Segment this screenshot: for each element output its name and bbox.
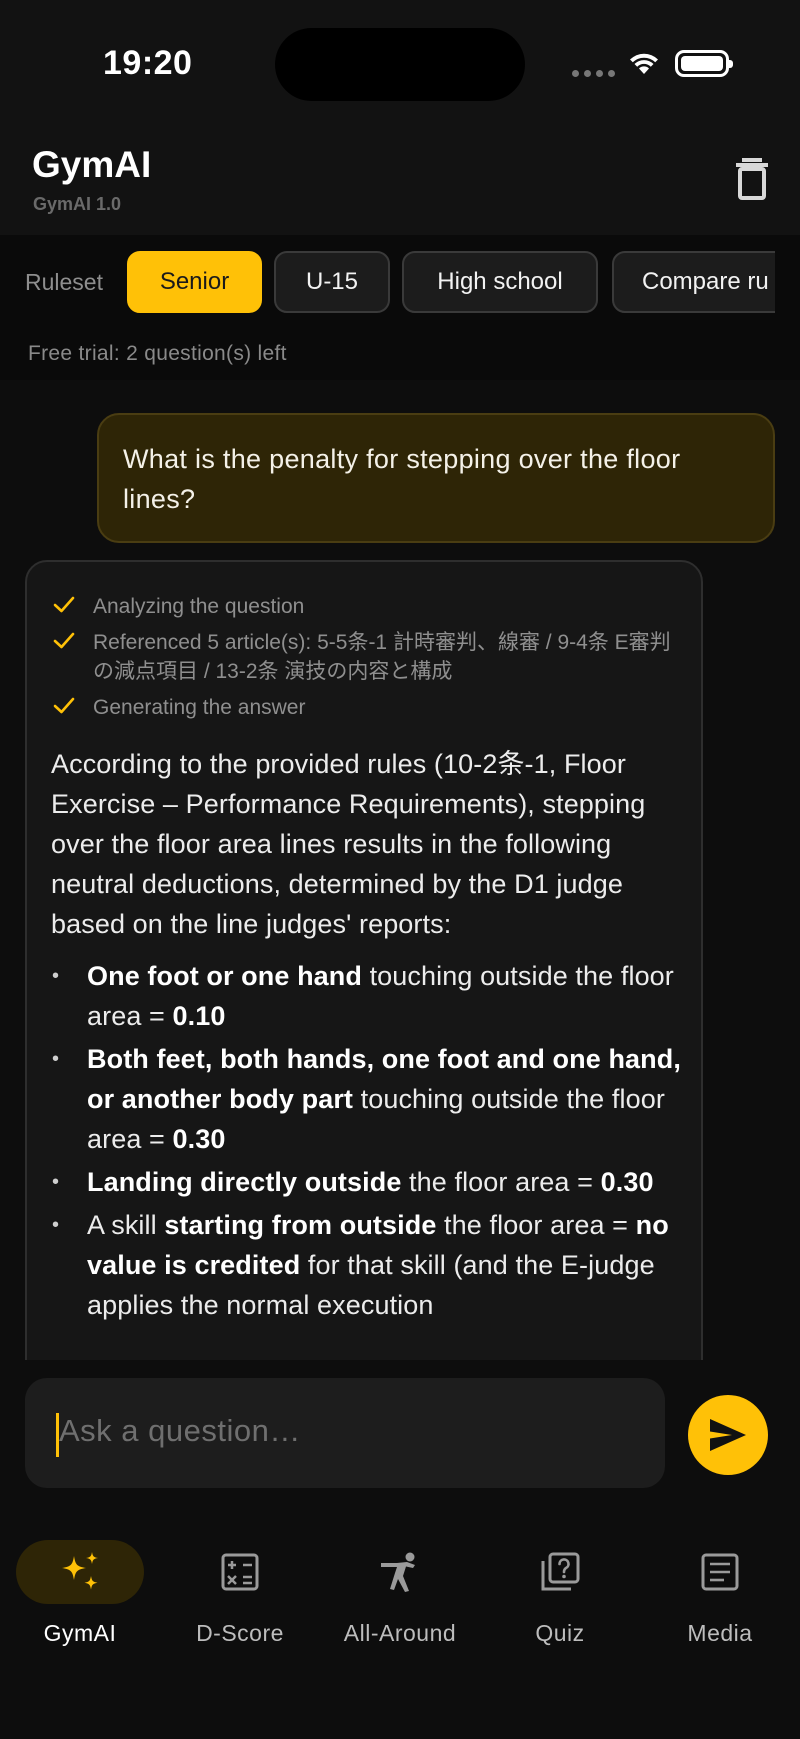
cellular-icon xyxy=(572,70,615,77)
list-item: One foot or one hand touching outside th… xyxy=(51,956,681,1036)
answer-body: According to the provided rules (10-2条-1… xyxy=(51,744,681,1328)
gymnast-icon xyxy=(381,1552,415,1592)
input-placeholder: Ask a question… xyxy=(59,1413,301,1448)
nav-label: All-Around xyxy=(343,1620,457,1646)
ruleset-label: Ruleset xyxy=(25,269,103,295)
battery-icon xyxy=(675,50,733,77)
send-icon xyxy=(710,1419,746,1451)
nav-media[interactable]: Media xyxy=(640,1540,800,1660)
calculator-icon xyxy=(221,1553,259,1591)
step-item: Generating the answer xyxy=(53,693,673,722)
check-icon xyxy=(53,596,75,613)
nav-d-score[interactable]: D-Score xyxy=(160,1540,320,1660)
composer: Ask a question… xyxy=(0,1360,800,1488)
article-icon xyxy=(701,1553,739,1591)
nav-label: D-Score xyxy=(196,1620,284,1646)
chat-area[interactable]: What is the penalty for stepping over th… xyxy=(0,380,800,1360)
step-text: Analyzing the question xyxy=(93,595,305,618)
check-icon xyxy=(53,697,75,714)
step-item: Referenced 5 article(s): 5-5条-1 計時審判、線審 … xyxy=(53,628,673,686)
wifi-icon xyxy=(630,53,658,74)
user-message-bubble: What is the penalty for stepping over th… xyxy=(97,413,775,543)
app-title: GymAI xyxy=(32,144,152,185)
app-header: GymAI GymAI 1.0 xyxy=(0,130,800,235)
status-bar: 19:20 xyxy=(0,0,800,130)
chip-high-school[interactable]: High school xyxy=(402,251,598,313)
bottom-nav: GymAI D-Score All-Around Quiz Media xyxy=(0,1510,800,1739)
nav-label: Media xyxy=(687,1620,753,1646)
sparkles-icon xyxy=(62,1552,98,1590)
list-item: A skill starting from outside the floor … xyxy=(51,1205,681,1325)
step-text: Generating the answer xyxy=(93,696,306,719)
ruleset-bar: Ruleset Senior U-15 High school Compare … xyxy=(0,235,800,380)
app-version: GymAI 1.0 xyxy=(33,194,122,214)
progress-steps: Analyzing the question Referenced 5 arti… xyxy=(53,592,673,729)
step-item: Analyzing the question xyxy=(53,592,673,621)
list-item: Landing directly outside the floor area … xyxy=(51,1162,681,1202)
chip-compare-rulesets[interactable]: Compare ru xyxy=(612,251,775,313)
nav-all-around[interactable]: All-Around xyxy=(320,1540,480,1660)
nav-quiz[interactable]: Quiz xyxy=(480,1540,640,1660)
send-button[interactable] xyxy=(688,1395,768,1475)
nav-label: Quiz xyxy=(535,1620,585,1646)
free-trial-notice: Free trial: 2 question(s) left xyxy=(28,342,287,365)
deduction-list: One foot or one hand touching outside th… xyxy=(51,956,681,1325)
list-item: Both feet, both hands, one foot and one … xyxy=(51,1039,681,1159)
trash-icon[interactable] xyxy=(734,156,770,200)
step-text: Referenced 5 article(s): 5-5条-1 計時審判、線審 … xyxy=(93,631,671,683)
chip-senior[interactable]: Senior xyxy=(127,251,262,313)
assistant-message-card: Analyzing the question Referenced 5 arti… xyxy=(25,560,703,1360)
answer-intro: According to the provided rules (10-2条-1… xyxy=(51,749,646,939)
ruleset-chips: Senior U-15 High school Compare ru xyxy=(127,251,775,315)
quiz-icon xyxy=(541,1552,580,1591)
nav-gymai[interactable]: GymAI xyxy=(0,1540,160,1660)
question-input[interactable]: Ask a question… xyxy=(25,1378,665,1488)
status-time: 19:20 xyxy=(103,44,193,82)
dynamic-island xyxy=(275,28,525,101)
chip-u15[interactable]: U-15 xyxy=(274,251,390,313)
nav-label: GymAI xyxy=(43,1620,117,1646)
check-icon xyxy=(53,632,75,649)
